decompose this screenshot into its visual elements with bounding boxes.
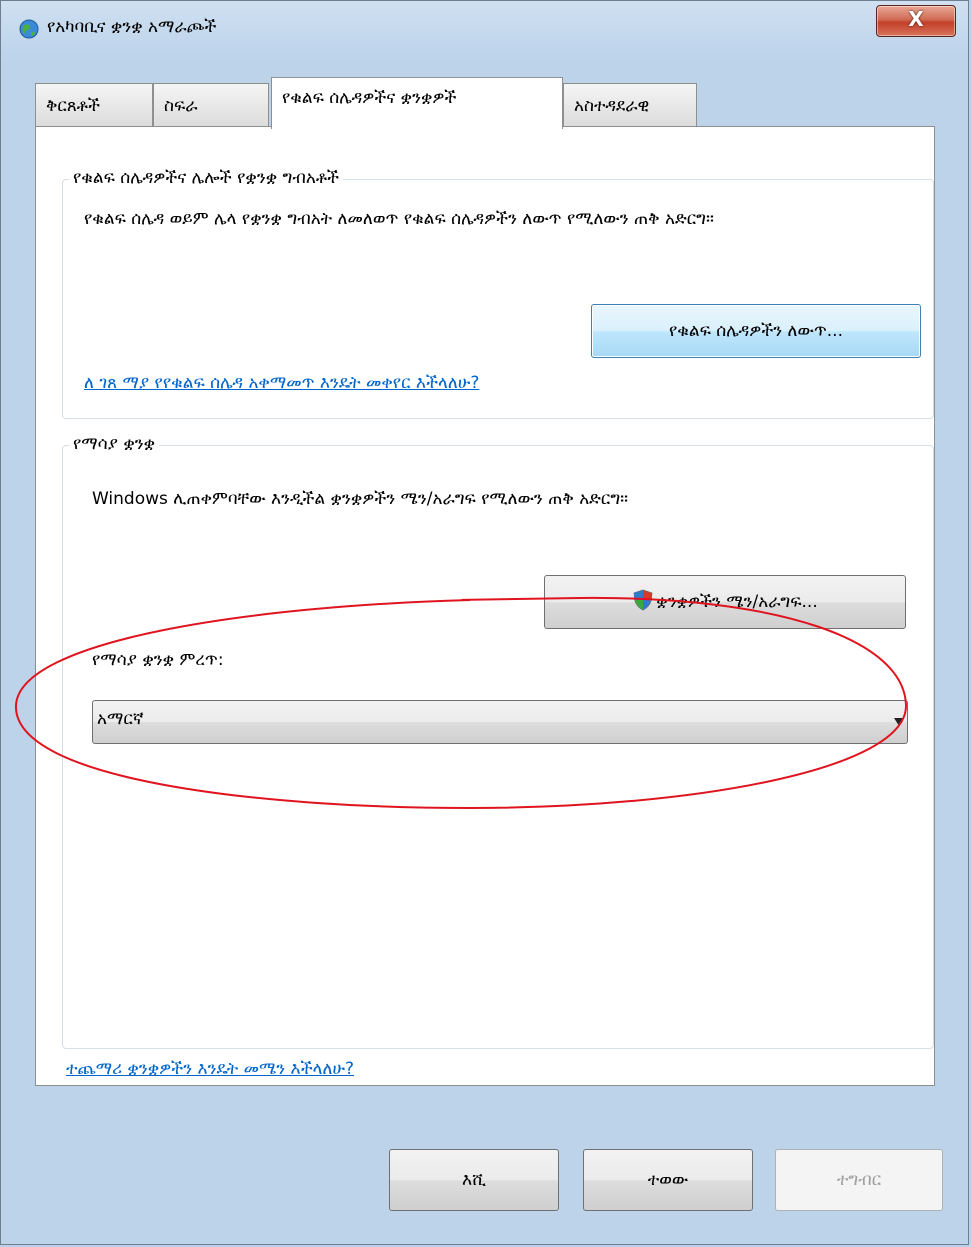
display-language-group: የማሳያ ቋንቋ bbox=[62, 434, 934, 1049]
selected-language-value: አማርኛ bbox=[97, 709, 144, 729]
tab-formats[interactable]: ቅርጸቶች bbox=[35, 83, 153, 126]
globe-icon bbox=[19, 19, 39, 39]
choose-display-language-label: የማሳያ ቋንቋ ምረጥ: bbox=[92, 650, 224, 670]
keyboard-layout-help-link[interactable]: ለ ገጸ ማያ የየቁልፍ ሰሌዳ አቀማመጥ እንዴት መቀየር እችላለሁ? bbox=[84, 373, 479, 393]
change-keyboards-button[interactable]: የቁልፍ ሰሌዳዎችን ለውጥ... bbox=[591, 304, 921, 358]
close-icon: X bbox=[908, 7, 924, 31]
install-uninstall-languages-button[interactable]: ቋንቋዎችን ሜን/አራግፍ... bbox=[544, 575, 906, 629]
install-uninstall-languages-label: ቋንቋዎችን ሜን/አራግፍ... bbox=[656, 592, 818, 612]
dialog-window: የአካባቢና ቋንቋ አማራጮች X ቅርጸቶች ስፍራ የቁልፍ ሰሌዳዎችና… bbox=[0, 0, 969, 1245]
keyboards-description: የቁልፍ ሰሌዳ ወይም ሌላ የቋንቋ ግብአት ለመለወጥ የቁልፍ ሰሌዳ… bbox=[84, 209, 714, 229]
ok-button[interactable]: እሺ bbox=[389, 1149, 559, 1211]
apply-button[interactable]: ተግብር bbox=[775, 1149, 943, 1211]
display-language-group-title: የማሳያ ቋንቋ bbox=[69, 434, 160, 454]
window-title: የአካባቢና ቋንቋ አማራጮች bbox=[47, 17, 217, 37]
title-bar[interactable]: የአካባቢና ቋንቋ አማራጮች X bbox=[1, 1, 968, 57]
tab-panel: የቁልፍ ሰሌዳዎችና ሌሎች የቋንቋ ግብአቶች የቁልፍ ሰሌዳ ወይም … bbox=[35, 126, 935, 1086]
close-button[interactable]: X bbox=[876, 5, 956, 37]
tab-administrative[interactable]: አስተዳደራዊ bbox=[563, 83, 697, 126]
keyboards-group-title: የቁልፍ ሰሌዳዎችና ሌሎች የቋንቋ ግብአቶች bbox=[69, 168, 344, 188]
tab-keyboards-languages[interactable]: የቁልፍ ሰሌዳዎችና ቋንቋዎች bbox=[271, 77, 563, 129]
display-language-description: Windows ሊጠቀምባቸው እንዲችል ቋንቋዎችን ሜን/አራግፍ የሚለ… bbox=[92, 489, 629, 509]
cancel-button[interactable]: ተወው bbox=[583, 1149, 753, 1211]
more-languages-help-link[interactable]: ተጨማሪ ቋንቋዎችን እንዴት መሜን እችላለሁ? bbox=[66, 1059, 354, 1079]
uac-shield-icon bbox=[633, 589, 653, 611]
chevron-down-icon bbox=[894, 718, 903, 725]
tab-location[interactable]: ስፍራ bbox=[153, 83, 269, 126]
tab-strip: ቅርጸቶች ስፍራ የቁልፍ ሰሌዳዎችና ቋንቋዎች አስተዳደራዊ bbox=[35, 77, 935, 129]
display-language-select[interactable]: አማርኛ bbox=[92, 700, 908, 744]
